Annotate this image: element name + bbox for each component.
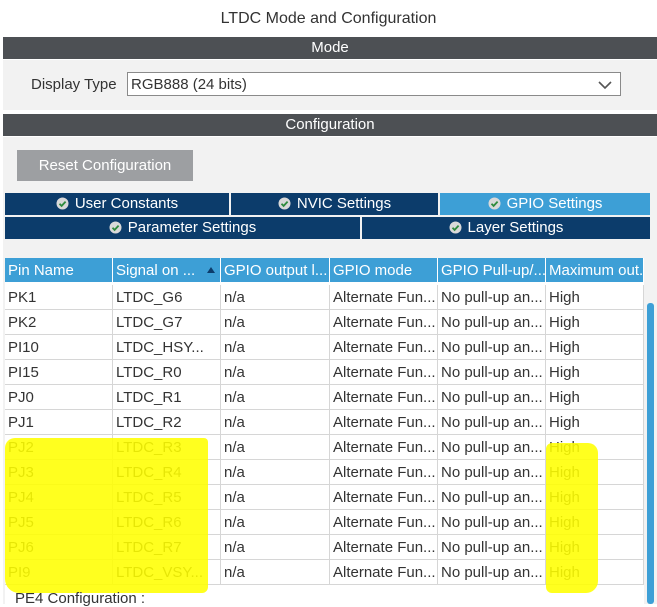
cell-pin: PI15 [5,360,113,385]
cell-pull: No pull-up an... [438,360,546,385]
cell-pull: No pull-up an... [438,510,546,535]
pin-configuration-label: PE4 Configuration : [15,590,146,607]
display-type-select[interactable]: RGB888 (24 bits) [127,72,621,96]
highlight-mark-pins [5,438,208,593]
cell-mode: Alternate Fun... [330,535,438,560]
cell-speed: High [546,335,644,360]
cell-speed: High [546,360,644,385]
chevron-down-icon [598,81,612,90]
table-row[interactable]: PI15 LTDC_R0 n/a Alternate Fun... No pull-up… [5,360,644,385]
cell-mode: Alternate Fun... [330,310,438,335]
table-row[interactable]: PK2 LTDC_G7 n/a Alternate Fun... No pull-up … [5,310,644,335]
cell-speed: High [546,410,644,435]
cell-output-level: n/a [221,310,330,335]
display-type-label: Display Type [31,76,117,93]
cell-pull: No pull-up an... [438,485,546,510]
tab-user-constants[interactable]: User Constants [5,193,229,215]
cell-mode: Alternate Fun... [330,335,438,360]
cell-pull: No pull-up an... [438,335,546,360]
col-header-max-output-speed[interactable]: Maximum out... [546,258,644,282]
cell-pin: PK2 [5,310,113,335]
cell-signal: LTDC_G7 [113,310,221,335]
cell-speed: High [546,385,644,410]
table-row[interactable]: PJ1 LTDC_R2 n/a Alternate Fun... No pull-up … [5,410,644,435]
cell-pin: PK1 [5,285,113,310]
check-circle-icon [56,197,69,210]
cell-pull: No pull-up an... [438,310,546,335]
cell-pull: No pull-up an... [438,460,546,485]
cell-pull: No pull-up an... [438,435,546,460]
tab-parameter-settings[interactable]: Parameter Settings [5,217,360,239]
cell-output-level: n/a [221,335,330,360]
cell-signal: LTDC_R2 [113,410,221,435]
display-type-value: RGB888 (24 bits) [131,76,247,93]
col-header-signal[interactable]: Signal on ... [113,258,221,282]
tab-label: Layer Settings [467,219,564,236]
check-circle-icon [278,197,291,210]
cell-mode: Alternate Fun... [330,460,438,485]
tab-label: GPIO Settings [506,195,603,212]
tab-label: Parameter Settings [127,219,257,236]
cell-signal: LTDC_R0 [113,360,221,385]
reset-configuration-button[interactable]: Reset Configuration [17,150,193,181]
tab-gpio-settings[interactable]: GPIO Settings [440,193,650,215]
cell-mode: Alternate Fun... [330,510,438,535]
col-header-gpio-mode[interactable]: GPIO mode [330,258,438,282]
check-circle-icon [109,221,122,234]
cell-output-level: n/a [221,385,330,410]
cell-output-level: n/a [221,360,330,385]
tab-nvic-settings[interactable]: NVIC Settings [231,193,438,215]
table-row[interactable]: PK1 LTDC_G6 n/a Alternate Fun... No pull-up … [5,285,644,310]
cell-mode: Alternate Fun... [330,285,438,310]
cell-pull: No pull-up an... [438,410,546,435]
cell-signal: LTDC_G6 [113,285,221,310]
table-row[interactable]: PI10 LTDC_HSY... n/a Alternate Fun... No pul… [5,335,644,360]
cell-output-level: n/a [221,435,330,460]
tab-layer-settings[interactable]: Layer Settings [362,217,650,239]
cell-signal: LTDC_R1 [113,385,221,410]
mode-section-header: Mode [3,37,657,59]
tab-label: User Constants [74,195,179,212]
cell-mode: Alternate Fun... [330,435,438,460]
cell-signal: LTDC_HSY... [113,335,221,360]
window-title: LTDC Mode and Configuration [220,10,437,27]
cell-mode: Alternate Fun... [330,485,438,510]
cell-pull: No pull-up an... [438,560,546,585]
cell-output-level: n/a [221,410,330,435]
cell-pull: No pull-up an... [438,385,546,410]
check-circle-icon [449,221,462,234]
configuration-section-header: Configuration [3,114,657,136]
cell-pin: PJ0 [5,385,113,410]
cell-output-level: n/a [221,285,330,310]
cell-speed: High [546,310,644,335]
col-header-gpio-output-level[interactable]: GPIO output l... [221,258,330,282]
cell-output-level: n/a [221,460,330,485]
highlight-mark-speed [546,443,598,593]
cell-output-level: n/a [221,485,330,510]
sort-ascending-icon [207,267,215,273]
cell-pin: PJ1 [5,410,113,435]
tab-label: NVIC Settings [296,195,392,212]
check-circle-icon [488,197,501,210]
cell-mode: Alternate Fun... [330,560,438,585]
col-header-pin-name[interactable]: Pin Name [5,258,113,282]
cell-output-level: n/a [221,560,330,585]
cell-speed: High [546,285,644,310]
cell-output-level: n/a [221,535,330,560]
cell-pull: No pull-up an... [438,535,546,560]
cell-mode: Alternate Fun... [330,385,438,410]
col-header-gpio-pull[interactable]: GPIO Pull-up/... [438,258,546,282]
table-row[interactable]: PJ0 LTDC_R1 n/a Alternate Fun... No pull-up … [5,385,644,410]
cell-pin: PI10 [5,335,113,360]
cell-mode: Alternate Fun... [330,410,438,435]
table-scrollbar-thumb[interactable] [647,303,654,604]
cell-mode: Alternate Fun... [330,360,438,385]
cell-output-level: n/a [221,510,330,535]
cell-pull: No pull-up an... [438,285,546,310]
